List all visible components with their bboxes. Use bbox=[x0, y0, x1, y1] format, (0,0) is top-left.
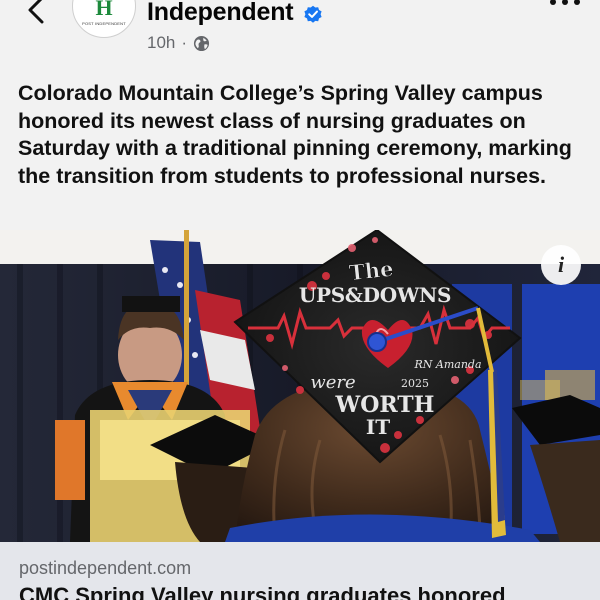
cap-text-name: RN Amanda bbox=[413, 358, 481, 371]
cap-text-line3: were bbox=[310, 372, 355, 393]
verified-badge-icon bbox=[304, 5, 322, 23]
cap-text-year: 2025 bbox=[401, 377, 429, 390]
meta-separator: · bbox=[181, 33, 188, 52]
info-icon[interactable]: i bbox=[541, 245, 581, 285]
link-headline[interactable]: CMC Spring Valley nursing graduates hono… bbox=[19, 583, 506, 600]
post-time[interactable]: 10h bbox=[147, 33, 175, 53]
graduation-photo: The UPS&DOWNS RN Amanda 2025 were WORTH … bbox=[0, 230, 600, 542]
cap-text-line2: UPS&DOWNS bbox=[299, 283, 451, 307]
post-meta: 10h · bbox=[147, 33, 210, 53]
chevron-left-icon[interactable] bbox=[18, 0, 58, 30]
post-image[interactable]: The UPS&DOWNS RN Amanda 2025 were WORTH … bbox=[0, 230, 600, 542]
cap-text-line1: The bbox=[348, 256, 395, 285]
page-avatar[interactable]: H POST INDEPENDENT bbox=[72, 0, 136, 38]
globe-icon bbox=[193, 35, 210, 51]
post-header: H POST INDEPENDENT Independent 10h · bbox=[0, 0, 600, 70]
link-preview-card[interactable]: postindependent.com CMC Spring Valley nu… bbox=[0, 542, 600, 600]
avatar-logo-letter: H bbox=[95, 0, 113, 20]
more-horizontal-icon[interactable] bbox=[547, 0, 583, 16]
page-name[interactable]: Independent bbox=[147, 0, 294, 27]
cap-text-line5: IT bbox=[366, 415, 390, 439]
post-caption: Colorado Mountain College’s Spring Valle… bbox=[18, 81, 572, 188]
avatar-logo-text: POST INDEPENDENT bbox=[82, 21, 126, 26]
link-domain: postindependent.com bbox=[19, 558, 192, 578]
